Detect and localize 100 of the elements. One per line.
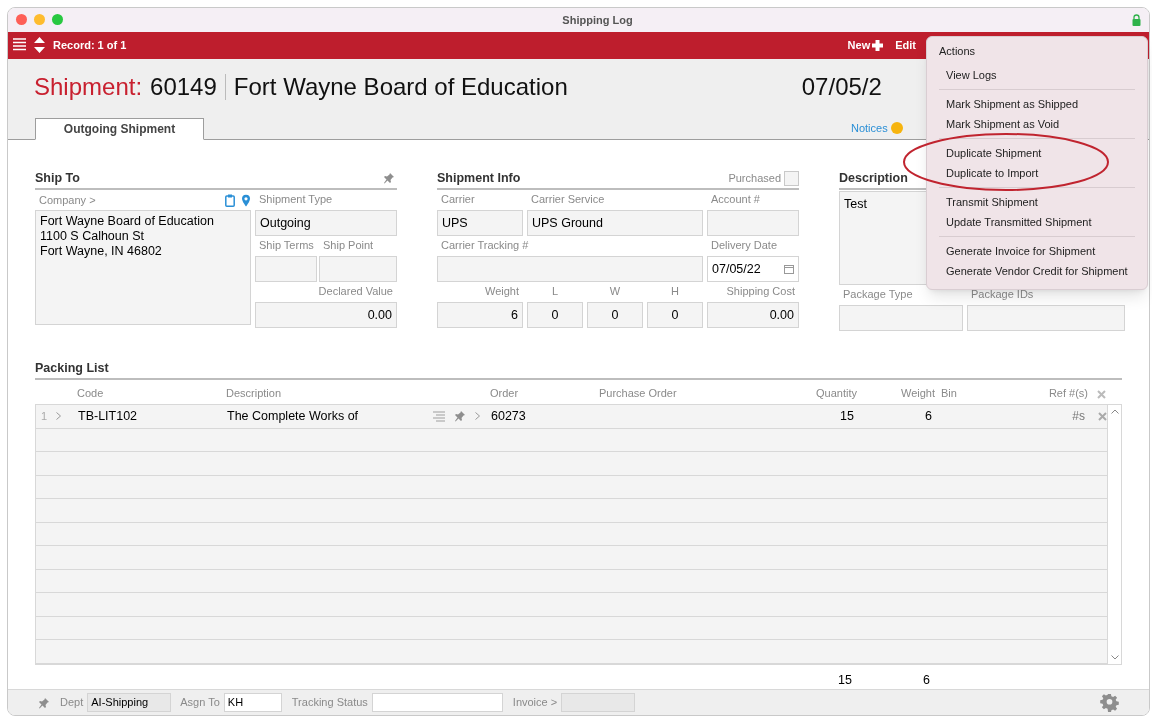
field-label: Asgn To bbox=[180, 695, 220, 711]
menu-item[interactable]: Transmit Shipment bbox=[939, 192, 1135, 212]
field-label: L bbox=[551, 283, 559, 299]
menu-item[interactable]: Generate Invoice for Shipment bbox=[939, 241, 1135, 261]
field-label: Carrier Tracking # bbox=[441, 237, 529, 253]
empty-table-row[interactable] bbox=[36, 546, 1107, 570]
input-field[interactable]: 0 bbox=[527, 302, 583, 329]
location-pin-icon[interactable] bbox=[241, 194, 251, 208]
field-label: Weight bbox=[484, 283, 519, 299]
input-field[interactable]: 6 bbox=[437, 302, 523, 329]
field-label: Ship Terms bbox=[259, 237, 314, 253]
field-label: Declared Value bbox=[318, 283, 393, 299]
column-header: Order bbox=[490, 385, 520, 401]
field-label: Tracking Status bbox=[291, 695, 368, 711]
calendar-icon[interactable] bbox=[784, 264, 794, 274]
menu-item[interactable]: Mark Shipment as Void bbox=[939, 114, 1135, 134]
menu-icon[interactable] bbox=[13, 38, 26, 53]
empty-table-row[interactable] bbox=[36, 522, 1107, 547]
tab[interactable]: Outgoing Shipment bbox=[35, 118, 204, 141]
section-title: Ship To bbox=[35, 169, 80, 187]
input-field[interactable] bbox=[437, 256, 703, 283]
field-label: Carrier Service bbox=[531, 191, 605, 207]
section-title: Packing List bbox=[35, 359, 109, 377]
menu-item[interactable]: Duplicate Shipment bbox=[939, 143, 1135, 163]
warning-icon bbox=[890, 121, 903, 134]
input-field[interactable]: UPS bbox=[437, 210, 523, 237]
field-label: W bbox=[609, 283, 621, 299]
menu-item[interactable]: View Logs bbox=[939, 65, 1135, 85]
delete-row-icon[interactable] bbox=[1098, 411, 1107, 421]
scroll-up-icon[interactable] bbox=[1110, 409, 1119, 415]
section-title: Description bbox=[839, 169, 908, 187]
clipboard-icon[interactable] bbox=[225, 194, 235, 208]
settings-icon[interactable] bbox=[1100, 693, 1119, 713]
input-field[interactable]: 0.00 bbox=[255, 302, 397, 329]
empty-table-row[interactable] bbox=[36, 475, 1107, 500]
field-label[interactable]: Company > bbox=[39, 191, 96, 209]
field-label: Shipment Type bbox=[259, 191, 333, 207]
field-label: Delivery Date bbox=[711, 237, 778, 253]
input-field[interactable]: UPS Ground bbox=[527, 210, 703, 237]
plus-icon bbox=[872, 39, 884, 51]
empty-table-row[interactable] bbox=[36, 616, 1107, 641]
column-header: Ref #(s) bbox=[1047, 385, 1088, 401]
notes-icon[interactable] bbox=[433, 410, 445, 422]
delete-all-icon[interactable] bbox=[1097, 390, 1106, 400]
empty-table-row[interactable] bbox=[36, 428, 1107, 453]
lock-icon bbox=[1132, 13, 1141, 26]
close-button[interactable] bbox=[16, 14, 27, 26]
input-field[interactable] bbox=[707, 210, 799, 237]
scroll-down-icon[interactable] bbox=[1110, 654, 1119, 660]
empty-table-row[interactable] bbox=[36, 593, 1107, 617]
shipment-number: 60149 bbox=[150, 71, 217, 102]
pin-icon[interactable] bbox=[383, 172, 395, 185]
pin-icon[interactable] bbox=[38, 696, 50, 709]
empty-table-row[interactable] bbox=[36, 499, 1107, 523]
menu-title: Actions bbox=[939, 44, 977, 59]
window-title: Shipping Log bbox=[561, 12, 634, 28]
input-field[interactable]: 07/05/22 bbox=[707, 256, 799, 283]
table-cell-text: 60273 bbox=[491, 408, 527, 426]
menu-item[interactable]: Duplicate to Import bbox=[939, 163, 1135, 183]
input-field[interactable]: 0 bbox=[647, 302, 703, 329]
input-field[interactable] bbox=[839, 305, 963, 332]
weight-total: 6 bbox=[922, 671, 931, 689]
input-field[interactable] bbox=[255, 256, 317, 283]
minimize-button[interactable] bbox=[34, 14, 45, 26]
invoice-field[interactable] bbox=[561, 693, 636, 713]
dept-field[interactable]: AI-Shipping bbox=[87, 693, 172, 713]
menu-item[interactable]: Generate Vendor Credit for Shipment bbox=[939, 261, 1135, 281]
input-field[interactable] bbox=[319, 256, 397, 283]
menu-item[interactable]: Update Transmitted Shipment bbox=[939, 212, 1135, 232]
maximize-button[interactable] bbox=[52, 14, 63, 26]
field-label: Purchased bbox=[728, 170, 781, 186]
menu-item[interactable]: Mark Shipment as Shipped bbox=[939, 94, 1135, 114]
tracking-status-field[interactable] bbox=[371, 693, 503, 713]
column-header: Weight bbox=[899, 385, 935, 401]
field-label: Package IDs bbox=[971, 286, 1034, 302]
pin-icon[interactable] bbox=[454, 410, 466, 423]
input-field[interactable]: 0 bbox=[587, 302, 643, 329]
company-name: Fort Wayne Board of Education bbox=[233, 71, 568, 102]
edit-button[interactable]: Edit bbox=[895, 37, 916, 54]
purchased-checkbox[interactable] bbox=[784, 170, 799, 186]
column-header: Description bbox=[226, 385, 283, 401]
column-header: Quantity bbox=[815, 385, 857, 401]
empty-table-row[interactable] bbox=[36, 569, 1107, 594]
input-field[interactable]: 0.00 bbox=[707, 302, 799, 329]
up-down-arrows-icon[interactable] bbox=[34, 37, 45, 54]
column-header: Purchase Order bbox=[599, 385, 678, 401]
field-label: Account # bbox=[711, 191, 760, 207]
assignee-field[interactable]: KH bbox=[223, 693, 282, 713]
caret-right-icon[interactable] bbox=[56, 412, 61, 421]
shipment-date: 07/05/2 bbox=[801, 71, 882, 102]
new-button[interactable]: New bbox=[847, 37, 884, 54]
input-field[interactable]: Outgoing bbox=[255, 210, 397, 237]
scrollbar[interactable] bbox=[1108, 404, 1122, 665]
field-label: H bbox=[671, 283, 679, 299]
address-field[interactable]: Fort Wayne Board of Education 1100 S Calhoun St Fort Wayne, IN 46802 bbox=[35, 210, 251, 326]
caret-right-icon[interactable] bbox=[475, 412, 480, 421]
table-cell-text: TB-LIT102 bbox=[78, 408, 139, 426]
input-field[interactable] bbox=[967, 305, 1125, 332]
reference-icon[interactable]: #s bbox=[992, 407, 1089, 426]
empty-table-row[interactable] bbox=[36, 452, 1107, 476]
